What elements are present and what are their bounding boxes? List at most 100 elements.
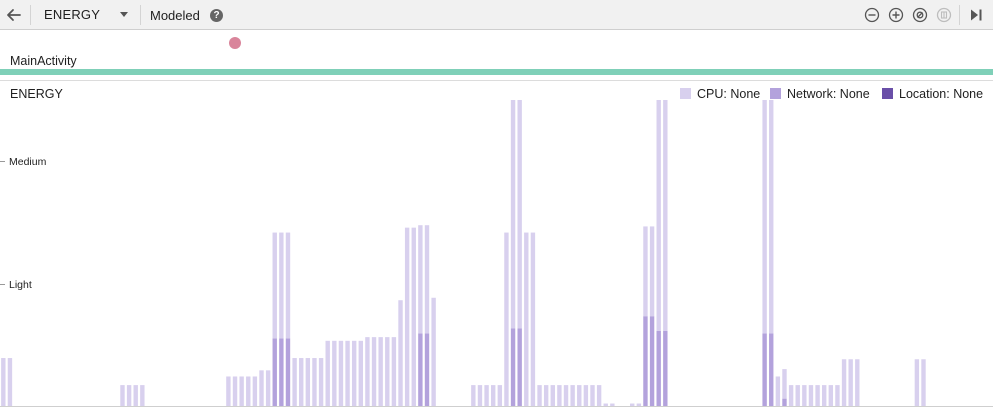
activity-bar[interactable] (0, 69, 993, 75)
panel-divider (0, 80, 993, 81)
cpu-bar-segment (643, 226, 648, 317)
cpu-bar-segment (828, 385, 834, 406)
cpu-bar-segment (848, 359, 853, 406)
network-bar-segment (769, 333, 774, 406)
stage-selector[interactable]: ENERGY (44, 7, 100, 22)
network-legend-swatch (770, 88, 781, 99)
reset-zoom-icon[interactable] (912, 7, 928, 23)
cpu-bar-segment (530, 232, 536, 406)
cpu-bar-segment (577, 385, 582, 406)
network-bar-segment (285, 338, 291, 406)
zoom-in-icon[interactable] (888, 7, 904, 23)
cpu-bar-segment (570, 385, 575, 406)
cpu-bar-segment (491, 385, 496, 406)
cpu-bar-segment (285, 232, 291, 339)
cpu-bar-segment (126, 385, 132, 406)
cpu-bar-segment (424, 225, 430, 334)
cpu-bar-segment (855, 359, 860, 406)
cpu-bar-segment (305, 358, 311, 406)
cpu-legend-swatch (680, 88, 691, 99)
mode-label: Modeled (150, 8, 200, 23)
cpu-bar-segment (497, 385, 503, 406)
cpu-bar-segment (636, 403, 642, 406)
cpu-bar-segment (517, 100, 522, 329)
help-icon[interactable]: ? (210, 9, 223, 22)
cpu-bar-segment (603, 403, 608, 406)
cpu-bar-segment (246, 376, 251, 406)
go-live-icon[interactable] (968, 7, 984, 23)
cpu-bar-segment (649, 226, 655, 317)
cpu-bar-segment (226, 376, 231, 406)
network-bar-segment (424, 333, 430, 406)
cpu-bar-segment (140, 385, 145, 406)
network-bar-segment (510, 328, 516, 406)
cpu-bar-segment (318, 358, 324, 406)
cpu-bar-segment (371, 337, 377, 406)
cpu-bar-segment (299, 358, 304, 406)
cpu-bar-segment (775, 376, 781, 406)
cpu-bar-segment (914, 359, 920, 406)
cpu-bar-segment (510, 100, 516, 329)
cpu-bar-segment (795, 385, 800, 406)
pause-icon[interactable] (936, 7, 952, 23)
cpu-bar-segment (921, 359, 926, 406)
cpu-bar-segment (239, 376, 244, 406)
cpu-bar-segment (345, 340, 350, 406)
activity-label: MainActivity (10, 54, 77, 68)
cpu-bar-segment (590, 385, 595, 406)
cpu-bar-segment (477, 385, 483, 406)
toolbar-divider (140, 5, 141, 25)
cpu-bar-segment (325, 340, 330, 406)
cpu-bar-segment (769, 100, 774, 334)
cpu-bar-segment (411, 227, 416, 406)
cpu-bar-segment (788, 385, 794, 406)
cpu-bar-segment (332, 340, 337, 406)
cpu-bar-segment (391, 337, 397, 406)
dropdown-chevron-icon[interactable] (120, 12, 128, 17)
network-bar-segment (656, 330, 661, 406)
network-legend-label: Network: None (787, 87, 870, 101)
cpu-bar-segment (543, 385, 549, 406)
cpu-legend-label: CPU: None (697, 87, 761, 101)
zoom-out-icon[interactable] (864, 7, 880, 23)
cpu-bar-segment (610, 403, 615, 406)
touch-event-marker[interactable] (229, 37, 241, 49)
cpu-bar-segment (398, 300, 403, 406)
toolbar-divider (959, 5, 960, 25)
network-bar-segment (643, 316, 648, 406)
network-bar-segment (649, 316, 655, 406)
cpu-bar-segment (656, 100, 661, 331)
cpu-bar-segment (504, 232, 509, 406)
back-arrow-icon[interactable] (4, 5, 24, 25)
cpu-bar-segment (841, 359, 847, 406)
network-bar-segment (272, 338, 277, 406)
toolbar-divider (30, 5, 31, 25)
cpu-bar-segment (563, 385, 569, 406)
cpu-bar-segment (815, 385, 820, 406)
cpu-bar-segment (596, 385, 602, 406)
network-bar-segment (418, 333, 423, 406)
location-legend-swatch (882, 88, 893, 99)
cpu-bar-segment (232, 376, 238, 406)
cpu-bar-segment (120, 385, 125, 406)
energy-chart[interactable] (0, 100, 993, 410)
network-bar-segment (782, 398, 787, 406)
cpu-bar-segment (1, 358, 6, 406)
cpu-bar-segment (822, 385, 827, 406)
cpu-bar-segment (292, 358, 297, 406)
network-bar-segment (279, 338, 284, 406)
cpu-bar-segment (484, 385, 489, 406)
energy-panel-title: ENERGY (10, 87, 63, 101)
cpu-bar-segment (418, 225, 423, 334)
cpu-bar-segment (524, 232, 529, 406)
cpu-bar-segment (537, 385, 542, 406)
toolbar: ENERGY Modeled ? (0, 0, 993, 30)
cpu-bar-segment (583, 385, 589, 406)
cpu-bar-segment (431, 297, 436, 406)
cpu-bar-segment (835, 385, 840, 406)
cpu-bar-segment (312, 358, 317, 406)
cpu-bar-segment (404, 227, 410, 406)
cpu-bar-segment (272, 232, 277, 339)
network-bar-segment (663, 330, 668, 406)
cpu-bar-segment (358, 340, 363, 406)
